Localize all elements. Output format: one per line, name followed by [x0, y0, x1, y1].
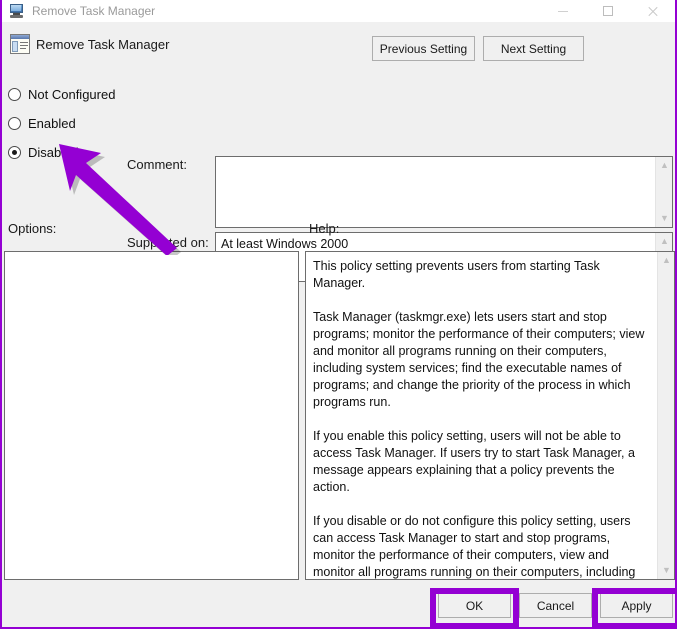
comment-input[interactable]: ▲ ▼	[215, 156, 673, 228]
close-icon	[647, 6, 658, 17]
radio-not-configured-label: Not Configured	[28, 86, 116, 102]
maximize-icon	[602, 6, 613, 16]
minimize-icon	[557, 10, 568, 12]
scroll-up-icon[interactable]: ▲	[656, 233, 672, 250]
radio-disabled-mark	[8, 145, 21, 159]
help-paragraph: This policy setting prevents users from …	[313, 259, 600, 290]
scroll-down-icon[interactable]: ▼	[656, 210, 672, 227]
dialog-footer: OK Cancel Apply	[2, 582, 675, 627]
cancel-button[interactable]: Cancel	[519, 593, 592, 618]
help-text: This policy setting prevents users from …	[306, 252, 659, 579]
computer-monitor-icon	[9, 3, 25, 19]
close-button[interactable]	[630, 0, 675, 22]
comment-scrollbar[interactable]: ▲ ▼	[655, 157, 672, 227]
minimize-button[interactable]	[540, 0, 585, 22]
window-title: Remove Task Manager	[32, 4, 156, 18]
previous-setting-button[interactable]: Previous Setting	[372, 36, 475, 61]
radio-disabled[interactable]: Disabled	[8, 143, 79, 161]
title-bar: Remove Task Manager	[2, 0, 675, 22]
help-paragraph: If you disable or do not configure this …	[313, 514, 636, 579]
comment-label: Comment:	[127, 157, 187, 172]
help-label: Help:	[309, 221, 340, 236]
setting-header: Remove Task Manager Previous Setting Nex…	[2, 22, 675, 74]
radio-enabled-label: Enabled	[28, 115, 76, 131]
radio-enabled[interactable]: Enabled	[8, 114, 76, 132]
group-policy-setting-dialog: Remove Task Manager Remove Task Manager …	[0, 0, 677, 629]
radio-not-configured[interactable]: Not Configured	[8, 85, 115, 103]
next-setting-button[interactable]: Next Setting	[483, 36, 584, 61]
apply-button[interactable]: Apply	[600, 593, 673, 618]
scroll-up-icon[interactable]: ▲	[656, 157, 672, 174]
options-panel[interactable]	[4, 251, 299, 580]
help-panel: This policy setting prevents users from …	[305, 251, 675, 580]
scroll-up-icon[interactable]: ▲	[658, 252, 674, 269]
radio-disabled-label: Disabled	[28, 144, 79, 160]
maximize-button[interactable]	[585, 0, 630, 22]
setting-state-area: Not Configured Enabled Disabled Comment:…	[2, 74, 675, 282]
supported-on-label: Supported on:	[127, 235, 209, 250]
radio-not-configured-mark	[8, 87, 21, 101]
window-controls	[540, 0, 675, 22]
help-scrollbar[interactable]: ▲ ▼	[657, 252, 674, 579]
scroll-down-icon[interactable]: ▼	[658, 562, 674, 579]
ok-button[interactable]: OK	[438, 593, 511, 618]
supported-on-value: At least Windows 2000	[221, 237, 349, 251]
policy-setting-icon	[10, 34, 30, 54]
radio-enabled-mark	[8, 116, 21, 130]
help-paragraph: Task Manager (taskmgr.exe) lets users st…	[313, 310, 645, 409]
options-label: Options:	[8, 221, 57, 236]
help-paragraph: If you enable this policy setting, users…	[313, 429, 635, 494]
setting-title: Remove Task Manager	[36, 37, 170, 52]
